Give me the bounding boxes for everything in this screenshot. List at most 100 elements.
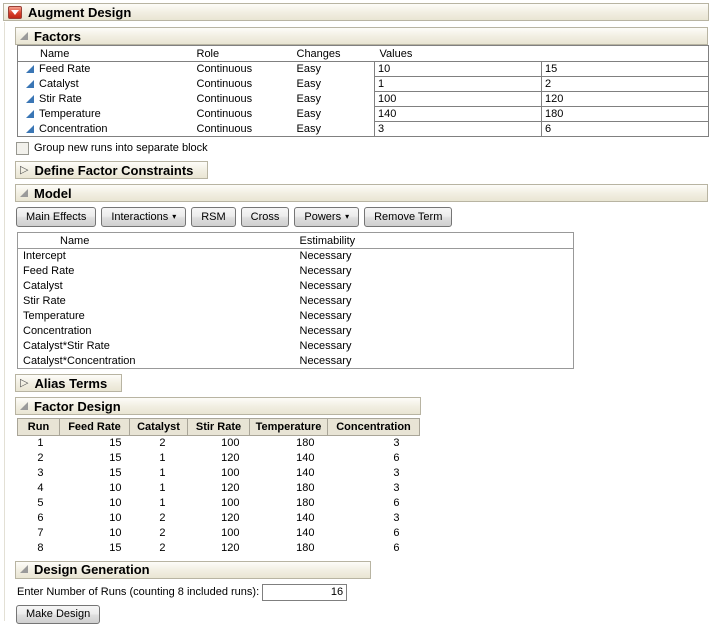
outline-header-design-generation[interactable]: Design Generation (15, 561, 371, 579)
factor-name-cell[interactable]: Temperature (18, 107, 195, 122)
factor-value-low-cell[interactable]: 3 (375, 122, 542, 137)
main-effects-button[interactable]: Main Effects (16, 207, 96, 227)
runs-count-input[interactable] (262, 584, 347, 601)
continuous-factor-icon (26, 110, 34, 118)
model-term-row[interactable]: TemperatureNecessary (18, 309, 574, 324)
term-name-cell[interactable]: Temperature (18, 309, 298, 324)
disclosure-open-icon[interactable] (20, 32, 28, 40)
design-cell: 4 (18, 481, 60, 496)
outline-header-factor-design[interactable]: Factor Design (15, 397, 421, 415)
design-cell: 10 (60, 481, 130, 496)
term-name-cell[interactable]: Concentration (18, 324, 298, 339)
disclosure-open-icon[interactable] (20, 565, 28, 573)
outline-header-alias-terms[interactable]: ▷ Alias Terms (15, 374, 122, 392)
group-block-row: Group new runs into separate block (16, 141, 709, 155)
factor-changes-cell[interactable]: Easy (295, 107, 375, 122)
outline-header-augment-design[interactable]: Augment Design (3, 3, 709, 21)
design-cell: 120 (188, 481, 250, 496)
red-triangle-menu-icon[interactable] (8, 6, 22, 19)
model-term-row[interactable]: Catalyst*Stir RateNecessary (18, 339, 574, 354)
factor-role-cell[interactable]: Continuous (195, 92, 295, 107)
model-term-row[interactable]: InterceptNecessary (18, 249, 574, 264)
factor-value-low-cell[interactable]: 10 (375, 62, 542, 77)
factor-role-cell[interactable]: Continuous (195, 62, 295, 77)
term-estimability-cell[interactable]: Necessary (298, 264, 574, 279)
section-title-model: Model (34, 186, 72, 201)
factor-role-cell[interactable]: Continuous (195, 107, 295, 122)
factor-value-high-cell[interactable]: 6 (542, 122, 709, 137)
design-cell: 10 (60, 526, 130, 541)
disclosure-closed-icon[interactable]: ▷ (20, 378, 28, 389)
term-estimability-cell[interactable]: Necessary (298, 339, 574, 354)
outline-header-factors[interactable]: Factors (15, 27, 708, 45)
factor-value-high-cell[interactable]: 180 (542, 107, 709, 122)
factor-value-high-cell[interactable]: 120 (542, 92, 709, 107)
term-name-cell[interactable]: Stir Rate (18, 294, 298, 309)
term-estimability-cell[interactable]: Necessary (298, 354, 574, 369)
design-cell: 1 (130, 481, 188, 496)
interactions-button[interactable]: Interactions▾ (101, 207, 186, 227)
factor-value-low-cell[interactable]: 1 (375, 77, 542, 92)
make-design-button[interactable]: Make Design (16, 605, 100, 624)
design-cell: 3 (328, 511, 420, 526)
cross-button[interactable]: Cross (241, 207, 290, 227)
design-cell: 180 (250, 481, 328, 496)
factor-changes-cell[interactable]: Easy (295, 122, 375, 137)
model-term-row[interactable]: Stir RateNecessary (18, 294, 574, 309)
design-cell: 100 (188, 496, 250, 511)
augment-design-window: Augment Design Factors Name Role Changes… (0, 0, 712, 625)
factor-role-cell[interactable]: Continuous (195, 122, 295, 137)
section-title-factors: Factors (34, 29, 81, 44)
model-term-row[interactable]: Feed RateNecessary (18, 264, 574, 279)
design-cell: 2 (18, 451, 60, 466)
factor-value-low-cell[interactable]: 100 (375, 92, 542, 107)
factor-name-cell[interactable]: Feed Rate (18, 62, 195, 77)
term-name-cell[interactable]: Catalyst*Stir Rate (18, 339, 298, 354)
factor-name-cell[interactable]: Concentration (18, 122, 195, 137)
factor-changes-cell[interactable]: Easy (295, 92, 375, 107)
outline-header-define-factor-constraints[interactable]: ▷ Define Factor Constraints (15, 161, 208, 179)
design-run-row: 11521001803 (18, 436, 420, 451)
disclosure-open-icon[interactable] (20, 189, 28, 197)
term-estimability-cell[interactable]: Necessary (298, 309, 574, 324)
disclosure-closed-icon[interactable]: ▷ (20, 165, 28, 176)
design-cell: 140 (250, 526, 328, 541)
term-name-cell[interactable]: Intercept (18, 249, 298, 264)
powers-button[interactable]: Powers▾ (294, 207, 359, 227)
factor-changes-cell[interactable]: Easy (295, 62, 375, 77)
factor-value-high-cell[interactable]: 15 (542, 62, 709, 77)
term-estimability-cell[interactable]: Necessary (298, 324, 574, 339)
section-title-constraints: Define Factor Constraints (34, 163, 193, 178)
factors-header-row: Name Role Changes Values (18, 46, 709, 62)
factor-row: Feed RateContinuousEasy1015 (18, 62, 709, 77)
model-term-row[interactable]: ConcentrationNecessary (18, 324, 574, 339)
design-column-header: Run (18, 419, 60, 436)
rsm-button[interactable]: RSM (191, 207, 235, 227)
runs-row: Enter Number of Runs (counting 8 include… (17, 584, 709, 601)
model-term-row[interactable]: CatalystNecessary (18, 279, 574, 294)
factor-name-cell[interactable]: Catalyst (18, 77, 195, 92)
term-estimability-cell[interactable]: Necessary (298, 294, 574, 309)
term-estimability-cell[interactable]: Necessary (298, 279, 574, 294)
term-name-cell[interactable]: Catalyst*Concentration (18, 354, 298, 369)
remove-term-button[interactable]: Remove Term (364, 207, 452, 227)
group-block-checkbox[interactable] (16, 142, 29, 155)
runs-count-label: Enter Number of Runs (counting 8 include… (17, 586, 259, 598)
design-cell: 6 (328, 526, 420, 541)
factor-value-low-cell[interactable]: 140 (375, 107, 542, 122)
design-column-header: Concentration (328, 419, 420, 436)
design-cell: 8 (18, 541, 60, 556)
term-name-cell[interactable]: Catalyst (18, 279, 298, 294)
term-estimability-cell[interactable]: Necessary (298, 249, 574, 264)
disclosure-open-icon[interactable] (20, 402, 28, 410)
factor-name-cell[interactable]: Stir Rate (18, 92, 195, 107)
factor-changes-cell[interactable]: Easy (295, 77, 375, 92)
factor-role-cell[interactable]: Continuous (195, 77, 295, 92)
factor-value-high-cell[interactable]: 2 (542, 77, 709, 92)
model-term-row[interactable]: Catalyst*ConcentrationNecessary (18, 354, 574, 369)
factor-row: TemperatureContinuousEasy140180 (18, 107, 709, 122)
design-cell: 15 (60, 541, 130, 556)
outline-header-model[interactable]: Model (15, 184, 708, 202)
model-table-body: InterceptNecessaryFeed RateNecessaryCata… (18, 249, 574, 369)
term-name-cell[interactable]: Feed Rate (18, 264, 298, 279)
